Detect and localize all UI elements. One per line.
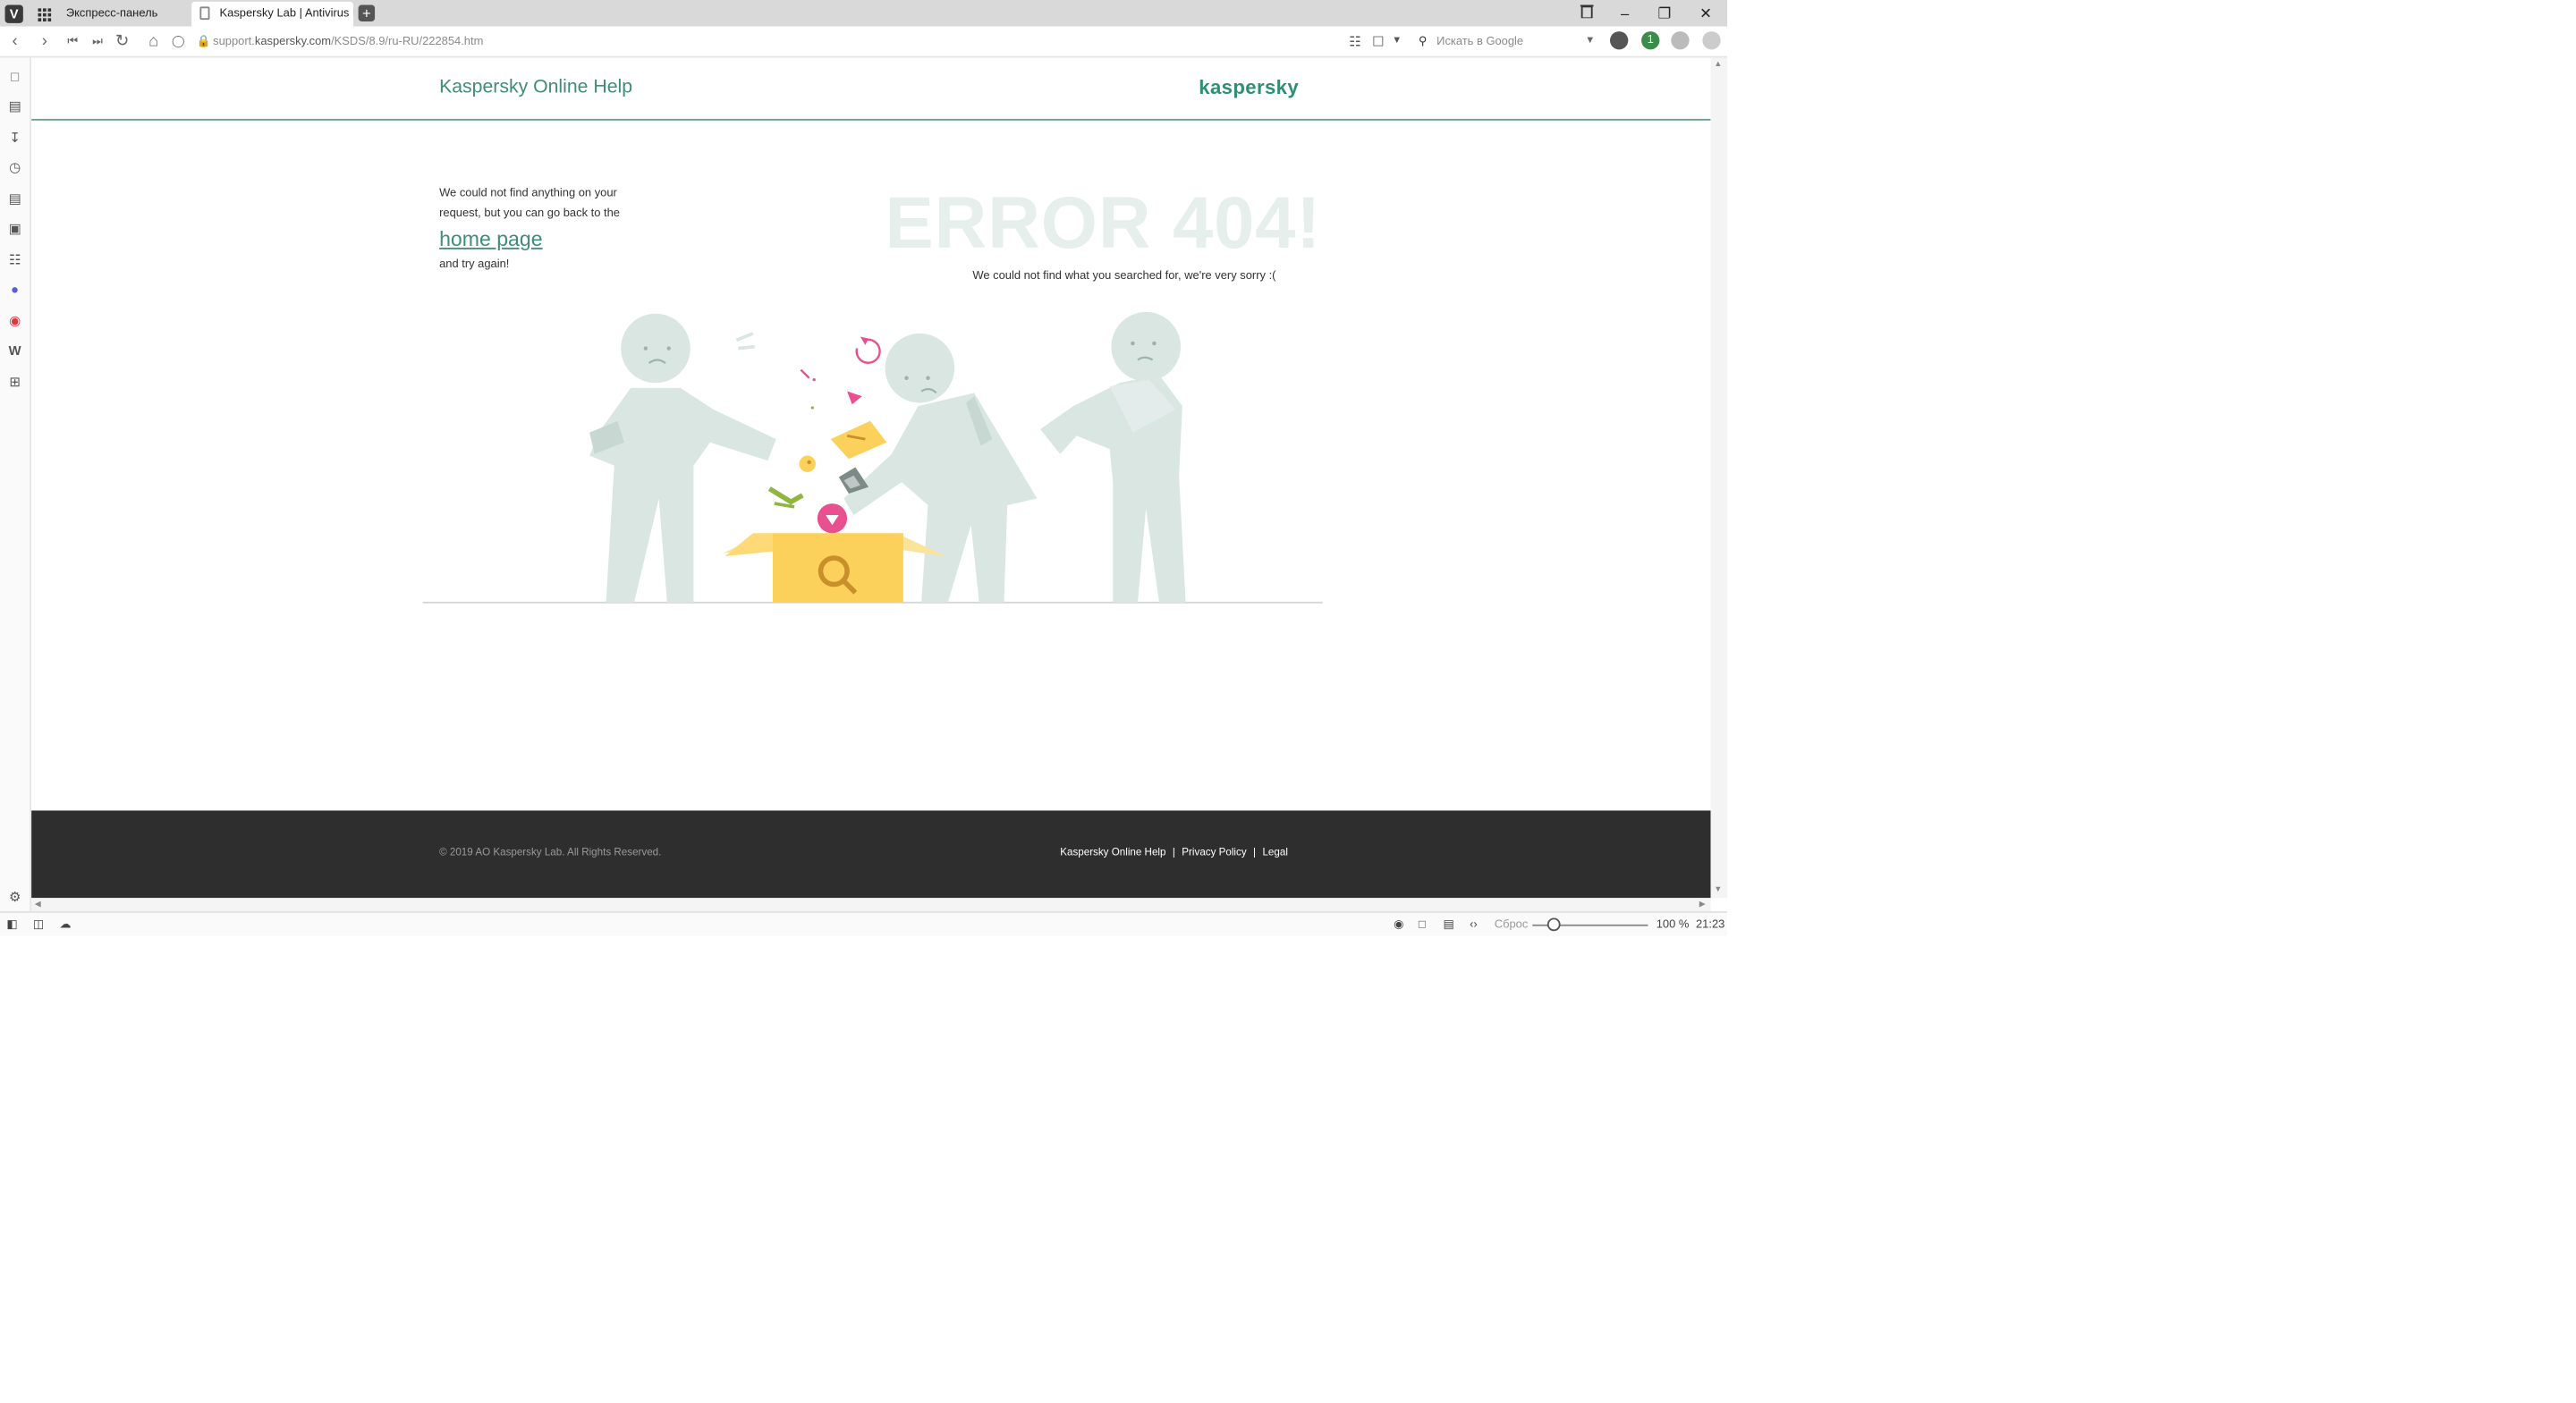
back-icon[interactable]: ‹: [4, 31, 27, 53]
bookmarks-panel-icon[interactable]: □: [6, 70, 22, 86]
lock-icon[interactable]: 🔒: [197, 31, 211, 53]
restore-button[interactable]: ❐: [1648, 2, 1681, 25]
reload-icon[interactable]: ↻: [111, 31, 134, 53]
reading-list-icon[interactable]: ▤: [6, 99, 22, 115]
scroll-down-icon[interactable]: ▼: [1714, 885, 1722, 895]
tab-bar: V Экспресс-панель Kaspersky Lab | Antivi…: [0, 0, 1728, 27]
shield-icon[interactable]: ◯: [172, 31, 184, 53]
cloud-sync-icon[interactable]: ☁: [59, 917, 71, 934]
extension-icon[interactable]: 1: [1641, 31, 1660, 50]
web-page: Kaspersky Online Help kaspersky We could…: [31, 57, 1711, 899]
error-text-line-2: request, but you can go back to the: [439, 207, 620, 219]
url-field[interactable]: ◯ 🔒 support.kaspersky.com/KSDS/8.9/ru-RU…: [172, 31, 1411, 53]
images-icon[interactable]: ▤: [1444, 917, 1454, 934]
side-panel: □ ▤ ↧ ◷ ▤ ▣ ☷ ● ◉ W ⊞ ⚙: [0, 57, 32, 912]
footer-separator: |: [1172, 847, 1175, 858]
clock: 21:23: [1695, 919, 1725, 932]
error-heading: ERROR 404!: [885, 182, 1322, 265]
wikipedia-icon[interactable]: W: [6, 343, 22, 359]
chevron-down-icon[interactable]: ▼: [1392, 31, 1402, 53]
footer-separator: |: [1253, 847, 1257, 858]
error-text-line-1: We could not find anything on your: [439, 188, 617, 200]
screenshot-icon[interactable]: ◉: [1394, 917, 1403, 934]
panel-toggle-icon[interactable]: ◧: [6, 917, 17, 934]
fast-forward-icon[interactable]: ⏭: [86, 31, 109, 53]
zoom-slider-handle[interactable]: [1546, 917, 1561, 932]
site-footer: © 2019 AO Kaspersky Lab. All Rights Rese…: [31, 810, 1711, 899]
tab-label: Экспресс-панель: [65, 8, 158, 21]
scroll-right-icon[interactable]: ▶: [1699, 898, 1706, 911]
search-box: [723, 533, 946, 603]
rewind-icon[interactable]: ⏮: [61, 31, 84, 53]
site-title-link[interactable]: Kaspersky Online Help: [439, 78, 632, 97]
error-illustration: [422, 311, 1323, 604]
settings-gear-icon[interactable]: ⚙: [6, 890, 22, 906]
page-actions-icon[interactable]: ‹›: [1470, 917, 1478, 934]
page-tiling-icon[interactable]: □: [1419, 917, 1426, 934]
search-field[interactable]: ⚲ Искать в Google ▼: [1417, 31, 1598, 53]
new-tab-button[interactable]: +: [358, 4, 376, 21]
scroll-up-icon[interactable]: ▲: [1714, 59, 1722, 69]
footer-links: Kaspersky Online Help | Privacy Policy | Leg…: [1060, 847, 1288, 858]
translate-panel-icon[interactable]: ☷: [6, 252, 22, 268]
close-window-button[interactable]: ✕: [1690, 2, 1723, 25]
vivaldi-social-icon[interactable]: ◉: [6, 314, 22, 330]
zoom-reset-button[interactable]: Сброс: [1495, 917, 1529, 934]
history-icon[interactable]: ◷: [6, 160, 22, 176]
mastodon-icon[interactable]: ●: [6, 283, 22, 299]
home-icon[interactable]: ⌂: [142, 31, 165, 53]
extension-2-icon[interactable]: [1671, 31, 1690, 50]
footer-link-legal[interactable]: Legal: [1262, 847, 1287, 858]
notes-icon[interactable]: ▤: [6, 191, 22, 207]
home-page-link[interactable]: home page: [439, 223, 670, 256]
footer-link-privacy-policy[interactable]: Privacy Policy: [1182, 847, 1246, 858]
grid-icon: [38, 6, 52, 21]
search-engine-chevron-icon[interactable]: ▼: [1585, 31, 1595, 53]
footer-link-online-help[interactable]: Kaspersky Online Help: [1060, 847, 1165, 858]
trash-icon[interactable]: [1571, 2, 1604, 25]
forward-icon[interactable]: ›: [33, 31, 56, 53]
tab-tiling-icon[interactable]: ◫: [33, 917, 44, 934]
address-bar: ‹ › ⏮ ⏭ ↻ ⌂ ◯ 🔒 support.kaspersky.com/KS…: [0, 26, 1728, 58]
horizontal-scrollbar[interactable]: ◀ ▶: [31, 898, 1711, 912]
search-icon: ⚲: [1418, 36, 1428, 48]
tab-label: Kaspersky Lab | Antivirus P: [219, 8, 354, 21]
minimize-button[interactable]: –: [1608, 2, 1641, 25]
error-text-line-3: and try again!: [439, 258, 510, 271]
add-web-panel-icon[interactable]: ⊞: [6, 375, 22, 391]
scroll-left-icon[interactable]: ◀: [35, 898, 41, 911]
vivaldi-menu-icon[interactable]: V: [4, 4, 23, 23]
site-header: Kaspersky Online Help kaspersky: [31, 58, 1711, 121]
vertical-scrollbar[interactable]: ▲ ▼: [1710, 57, 1728, 899]
translate-icon[interactable]: ☷: [1349, 31, 1360, 53]
error-subtext: We could not find what you searched for,…: [972, 270, 1276, 283]
extension-3-icon[interactable]: [1702, 31, 1721, 50]
url-text: support.kaspersky.com/KSDS/8.9/ru-RU/222…: [213, 36, 484, 48]
profile-avatar[interactable]: [1609, 31, 1629, 50]
copyright-text: © 2019 AO Kaspersky Lab. All Rights Rese…: [439, 847, 662, 858]
bookmark-icon[interactable]: ☐: [1372, 31, 1384, 53]
zoom-level: 100 %: [1656, 919, 1690, 932]
error-message: We could not find anything on your reque…: [439, 185, 670, 275]
downloads-icon[interactable]: ↧: [6, 131, 22, 147]
kaspersky-logo[interactable]: kaspersky: [1199, 76, 1299, 99]
left-figure: [589, 313, 776, 603]
tab-speed-dial[interactable]: Экспресс-панель: [30, 2, 191, 27]
status-bar: ◧ ◫ ☁ ◉ □ ▤ ‹› Сброс 100 % 21:23: [0, 911, 1728, 936]
browser-window: V Экспресс-панель Kaspersky Lab | Antivi…: [0, 0, 1728, 936]
search-placeholder: Искать в Google: [1436, 36, 1524, 48]
tab-kaspersky[interactable]: Kaspersky Lab | Antivirus P: [191, 1, 354, 27]
page-icon: [199, 6, 210, 21]
window-panel-icon[interactable]: ▣: [6, 221, 22, 237]
screen: V Экспресс-панель Kaspersky Lab | Antivi…: [0, 0, 2576, 1403]
right-figure: [1040, 311, 1186, 603]
